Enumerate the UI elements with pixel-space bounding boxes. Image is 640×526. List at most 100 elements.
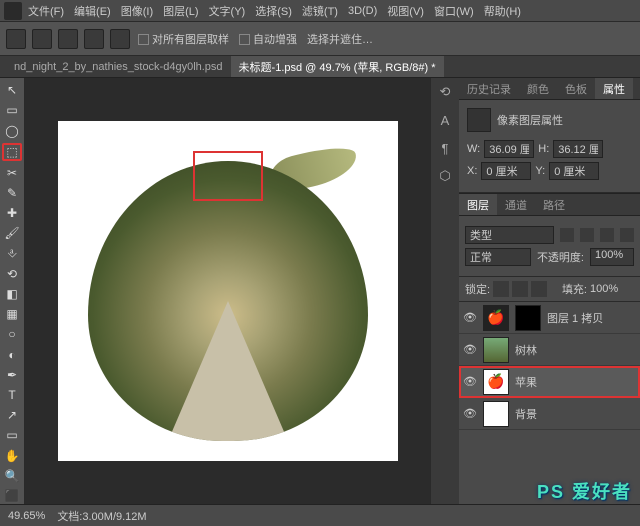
layer-name: 树林 <box>515 342 537 358</box>
forest-road <box>168 301 288 441</box>
menu-image[interactable]: 图像(I) <box>121 3 153 19</box>
menu-layer[interactable]: 图层(L) <box>163 3 198 19</box>
layer-row-bg[interactable]: 👁 背景 <box>459 398 640 430</box>
3d-icon[interactable]: ⬡ <box>435 166 455 186</box>
layer-row-copy[interactable]: 👁 🍎 图层 1 拷贝 <box>459 302 640 334</box>
collapsed-panel-icons: ⟲ A ¶ ⬡ <box>431 78 459 504</box>
tab-properties[interactable]: 属性 <box>595 78 633 99</box>
blur-tool[interactable]: ○ <box>2 326 22 342</box>
lock-position-icon[interactable] <box>512 281 528 297</box>
tab-paths[interactable]: 路径 <box>535 194 573 215</box>
tab-doc2[interactable]: 未标题-1.psd @ 49.7% (苹果, RGB/8#) * <box>231 56 444 77</box>
props-title: 像素图层属性 <box>497 112 563 128</box>
type-panel-icon[interactable]: A <box>435 110 455 130</box>
type-tool[interactable]: T <box>2 387 22 403</box>
eyedropper-tool[interactable]: ✎ <box>2 185 22 201</box>
properties-panel: 像素图层属性 W: H: X: Y: <box>459 100 640 193</box>
lock-label: 锁定: <box>465 281 490 297</box>
tab-color[interactable]: 颜色 <box>519 78 557 99</box>
tab-history[interactable]: 历史记录 <box>459 78 519 99</box>
zoom-tool[interactable]: 🔍 <box>2 468 22 484</box>
prop-y-input[interactable] <box>549 162 599 180</box>
visibility-icon[interactable]: 👁 <box>463 407 477 420</box>
opacity-label: 不透明度: <box>537 249 584 265</box>
canvas[interactable] <box>58 121 398 461</box>
brush-preset[interactable] <box>110 29 130 49</box>
tool-preset[interactable] <box>6 29 26 49</box>
fill-label: 填充: <box>562 281 587 297</box>
tool-column: ↖ ▭ ◯ ⬚ ✂ ✎ ✚ 🖌 ⎀ ⟲ ◧ ▦ ○ ◐ ✒ T ↗ ▭ ✋ 🔍 … <box>0 78 25 504</box>
menu-select[interactable]: 选择(S) <box>255 3 292 19</box>
visibility-icon[interactable]: 👁 <box>463 343 477 356</box>
zoom-level[interactable]: 49.65% <box>8 510 45 522</box>
layers-panel: 图层 通道 路径 类型 正常 <box>459 193 640 430</box>
apple-shape <box>88 161 368 441</box>
menu-3d[interactable]: 3D(D) <box>348 5 377 17</box>
gradient-tool[interactable]: ▦ <box>2 306 22 322</box>
add-selection-icon[interactable] <box>58 29 78 49</box>
eraser-tool[interactable]: ◧ <box>2 286 22 302</box>
quick-select-tool[interactable]: ⬚ <box>2 143 22 161</box>
filter-icon-3[interactable] <box>600 228 614 242</box>
fill-value[interactable]: 100% <box>590 283 634 295</box>
visibility-icon[interactable]: 👁 <box>463 311 477 324</box>
menu-window[interactable]: 窗口(W) <box>434 3 474 19</box>
move-tool[interactable]: ↖ <box>2 82 22 98</box>
prop-w-input[interactable] <box>484 140 534 158</box>
brush-tool[interactable]: 🖌 <box>2 225 22 241</box>
prop-h-input[interactable] <box>553 140 603 158</box>
menu-edit[interactable]: 编辑(E) <box>74 3 111 19</box>
tab-channels[interactable]: 通道 <box>497 194 535 215</box>
hand-tool[interactable]: ✋ <box>2 447 22 463</box>
opt-all-layers[interactable]: 对所有图层取样 <box>138 31 229 47</box>
history-brush-tool[interactable]: ⟲ <box>2 266 22 282</box>
pen-tool[interactable]: ✒ <box>2 367 22 383</box>
layer-filter-kind[interactable]: 类型 <box>465 226 554 244</box>
stamp-tool[interactable]: ⎀ <box>2 245 22 261</box>
filter-icon-4[interactable] <box>620 228 634 242</box>
marquee-tool[interactable]: ▭ <box>2 102 22 118</box>
tab-doc1[interactable]: nd_night_2_by_nathies_stock-d4gy0lh.psd <box>6 56 231 77</box>
paragraph-icon[interactable]: ¶ <box>435 138 455 158</box>
lock-all-icon[interactable] <box>531 281 547 297</box>
lock-pixels-icon[interactable] <box>493 281 509 297</box>
fgbg-swatch[interactable]: ⬛ <box>2 488 22 504</box>
quick-select-icon[interactable] <box>32 29 52 49</box>
layer-row-apple[interactable]: 👁 🍎 苹果 <box>459 366 640 398</box>
prop-w-label: W: <box>467 143 480 155</box>
opacity-value[interactable]: 100% <box>590 248 634 266</box>
tab-swatches[interactable]: 色板 <box>557 78 595 99</box>
layer-row-forest[interactable]: 👁 树林 <box>459 334 640 366</box>
prop-x-input[interactable] <box>481 162 531 180</box>
right-panels: ⟲ A ¶ ⬡ 历史记录 颜色 色板 属性 像素图层属性 <box>430 78 640 504</box>
subtract-selection-icon[interactable] <box>84 29 104 49</box>
layer-name: 图层 1 拷贝 <box>547 310 603 326</box>
menu-type[interactable]: 文字(Y) <box>209 3 246 19</box>
menu-view[interactable]: 视图(V) <box>387 3 424 19</box>
layer-thumb <box>483 401 509 427</box>
menu-file[interactable]: 文件(F) <box>28 3 64 19</box>
lasso-tool[interactable]: ◯ <box>2 122 22 138</box>
opt-refine-edge[interactable]: 选择并遮住… <box>307 31 373 47</box>
crop-tool[interactable]: ✂ <box>2 165 22 181</box>
visibility-icon[interactable]: 👁 <box>463 375 477 388</box>
tab-layers[interactable]: 图层 <box>459 194 497 215</box>
layer-name: 苹果 <box>515 374 537 390</box>
prop-h-label: H: <box>538 143 549 155</box>
layer-thumb: 🍎 <box>483 305 509 331</box>
layer-thumb: 🍎 <box>483 369 509 395</box>
menu-filter[interactable]: 滤镜(T) <box>302 3 338 19</box>
dodge-tool[interactable]: ◐ <box>2 346 22 362</box>
shape-tool[interactable]: ▭ <box>2 427 22 443</box>
options-bar: 对所有图层取样 自动增强 选择并遮住… <box>0 22 640 56</box>
document-tabs: nd_night_2_by_nathies_stock-d4gy0lh.psd … <box>0 56 640 78</box>
filter-icon-1[interactable] <box>560 228 574 242</box>
filter-icon-2[interactable] <box>580 228 594 242</box>
opt-auto-enhance[interactable]: 自动增强 <box>239 31 297 47</box>
path-tool[interactable]: ↗ <box>2 407 22 423</box>
blend-mode-select[interactable]: 正常 <box>465 248 531 266</box>
heal-tool[interactable]: ✚ <box>2 205 22 221</box>
menu-help[interactable]: 帮助(H) <box>484 3 521 19</box>
history-icon[interactable]: ⟲ <box>435 82 455 102</box>
canvas-area[interactable] <box>25 78 430 504</box>
